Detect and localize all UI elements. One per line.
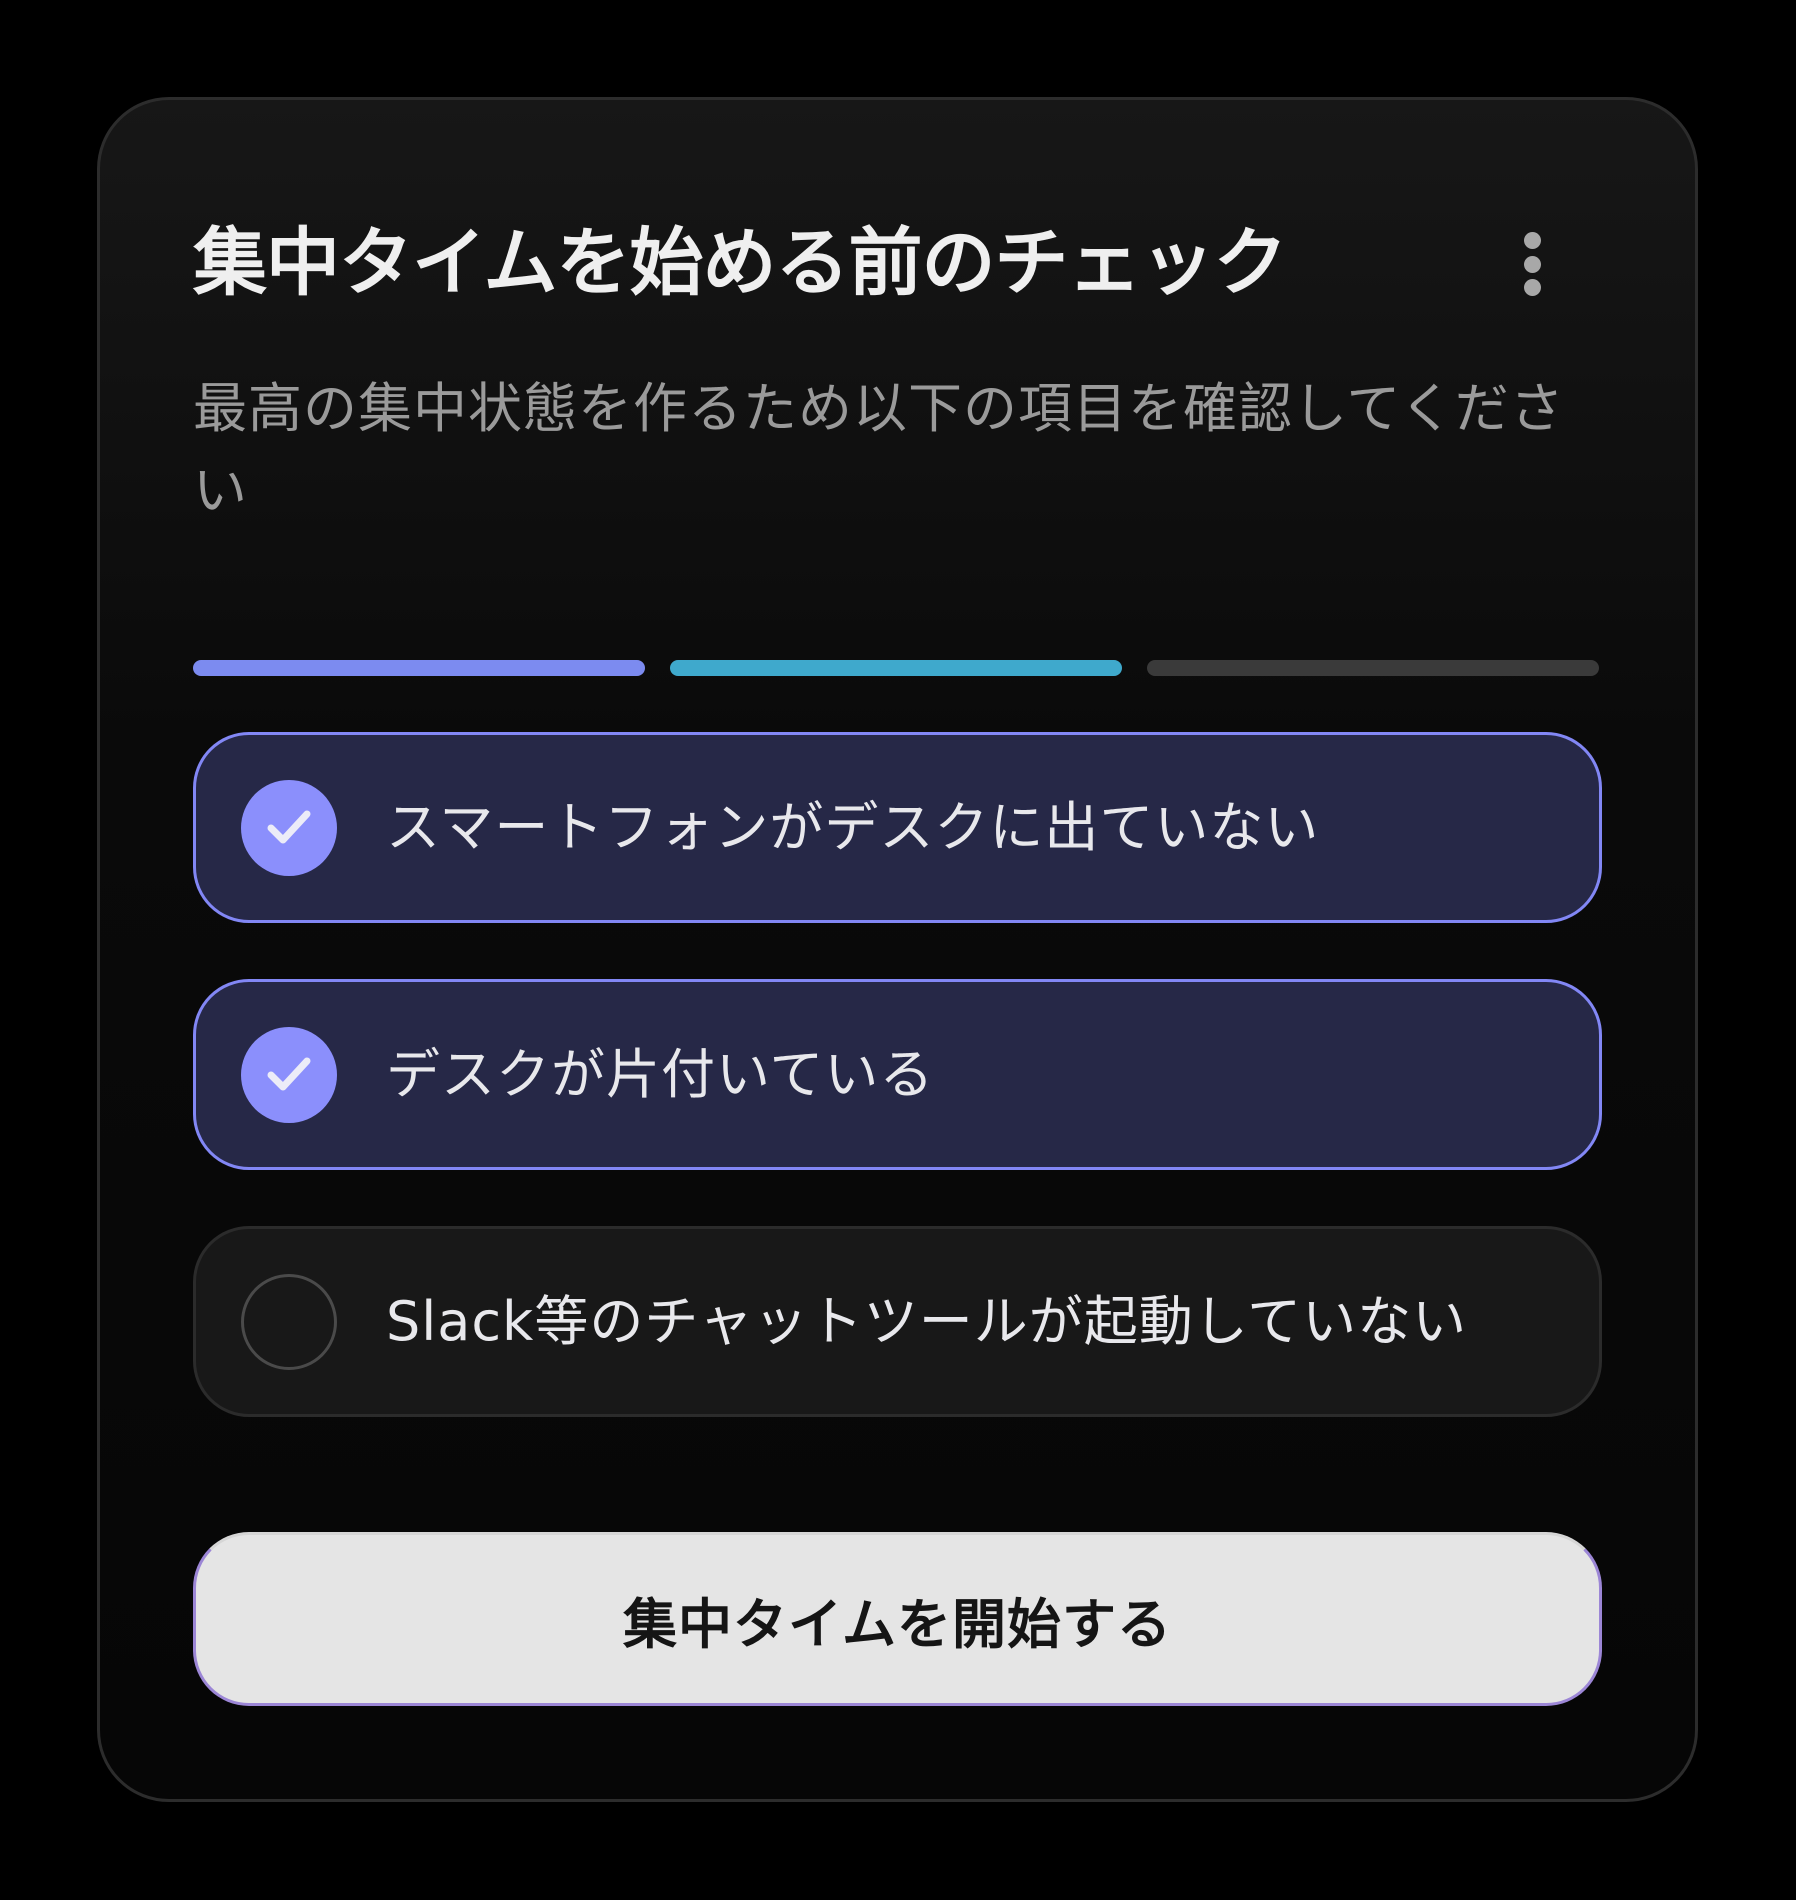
checklist-item-label: デスクが片付いている — [386, 1042, 935, 1106]
checklist-item-label: Slack等のチャットツールが起動していない — [386, 1289, 1468, 1353]
checklist: スマートフォンがデスクに出ていない デスクが片付いている Slack等のチャット… — [193, 732, 1602, 1473]
checkbox[interactable] — [241, 1273, 337, 1370]
checkmark-icon — [267, 1057, 311, 1090]
checklist-item-label: スマートフォンがデスクに出ていない — [386, 795, 1320, 859]
start-focus-button-label: 集中タイムを開始する — [623, 1592, 1172, 1656]
progress-bar — [193, 660, 1599, 676]
progress-segment-2 — [670, 660, 1122, 676]
card-title: 集中タイムを始める前のチェック — [193, 220, 1288, 306]
checklist-item-phone[interactable]: スマートフォンがデスクに出ていない — [193, 732, 1602, 923]
checkbox[interactable] — [241, 1026, 337, 1123]
more-vertical-icon — [1523, 232, 1541, 249]
progress-segment-1 — [193, 660, 645, 676]
more-options-button[interactable] — [1508, 222, 1556, 306]
checklist-item-desk[interactable]: デスクが片付いている — [193, 979, 1602, 1170]
card-subtitle: 最高の集中状態を作るため以下の項目を確認してください — [193, 377, 1565, 522]
start-focus-button[interactable]: 集中タイムを開始する — [193, 1532, 1602, 1706]
checkmark-icon — [267, 810, 311, 843]
checkbox[interactable] — [241, 779, 337, 876]
more-vertical-icon-dot — [1523, 255, 1541, 273]
more-vertical-icon-dot — [1523, 279, 1541, 296]
checklist-item-chat-tools[interactable]: Slack等のチャットツールが起動していない — [193, 1226, 1602, 1417]
progress-segment-3 — [1147, 660, 1599, 676]
